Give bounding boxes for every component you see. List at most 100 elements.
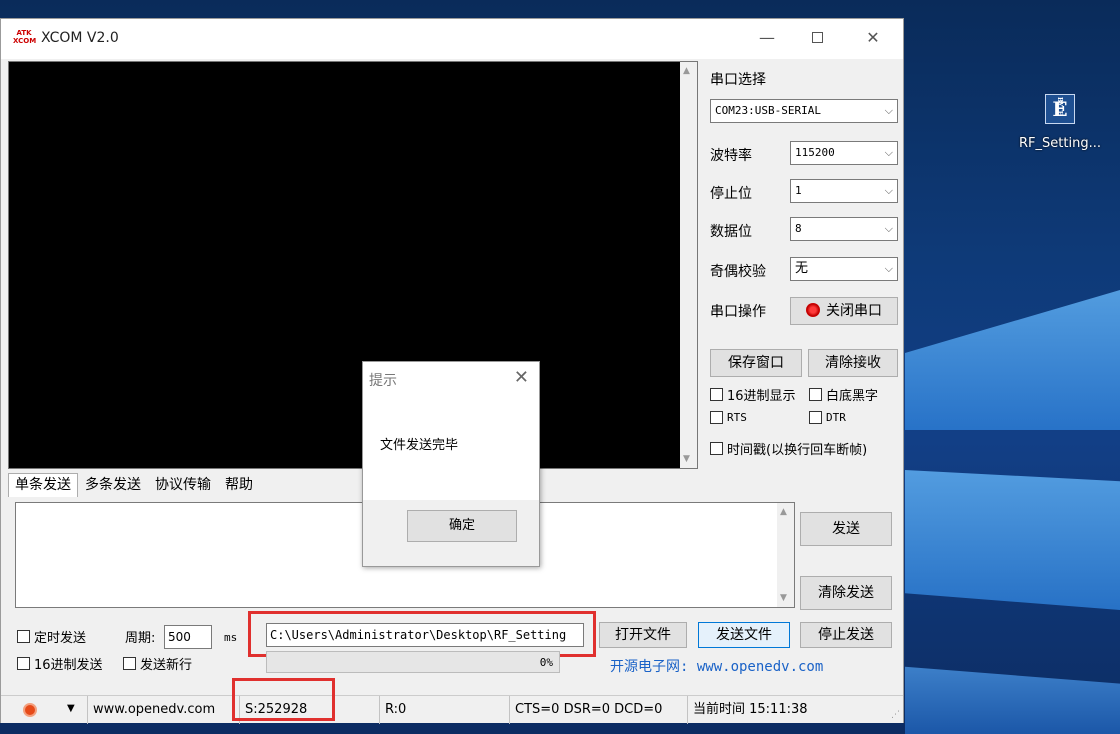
wallpaper-pane — [905, 470, 1120, 610]
send-newline-label: 发送新行 — [140, 658, 193, 673]
baud-select[interactable]: 115200 ⌵ — [790, 141, 898, 165]
title-bar[interactable]: ATK XCOM XCOM V2.0 — ✕ — [1, 19, 903, 59]
data-bits-select[interactable]: 8 ⌵ — [790, 217, 898, 241]
tab-multi-send[interactable]: 多条发送 — [78, 473, 148, 497]
stop-bits-value: 1 — [795, 184, 802, 197]
close-button[interactable]: ✕ — [853, 27, 893, 51]
rts-checkbox[interactable]: RTS — [710, 411, 747, 424]
status-url[interactable]: www.openedv.com — [87, 696, 233, 724]
chevron-down-icon: ⌵ — [884, 222, 893, 235]
maximize-icon — [811, 32, 823, 43]
close-port-label: 关闭串口 — [826, 303, 882, 319]
hex-send-label: 16进制发送 — [34, 658, 103, 673]
desktop-shortcut-label: RF_Setting... — [1019, 136, 1101, 151]
wallpaper-pane — [905, 666, 1120, 734]
scroll-up-icon[interactable]: ▲ — [683, 66, 690, 76]
chevron-down-icon: ⌵ — [884, 146, 893, 159]
window-title: XCOM V2.0 — [41, 30, 119, 46]
save-window-button[interactable]: 保存窗口 — [710, 349, 802, 377]
timed-send-checkbox[interactable]: 定时发送 — [17, 627, 86, 646]
stop-bits-label: 停止位 — [710, 186, 752, 202]
maximize-button[interactable] — [797, 27, 837, 51]
checkbox-icon — [123, 657, 136, 670]
atk-logo-icon: ATK XCOM — [13, 29, 37, 45]
dropdown-arrow-icon[interactable]: ▼ — [67, 703, 75, 714]
parity-value: 无 — [795, 261, 809, 276]
close-icon[interactable]: ✕ — [514, 367, 529, 388]
timestamp-label: 时间戳(以换行回车断帧) — [727, 443, 868, 458]
data-bits-label: 数据位 — [710, 224, 752, 240]
period-label: 周期: — [125, 631, 156, 646]
port-label: 串口选择 — [710, 72, 766, 88]
checkbox-icon — [809, 388, 822, 401]
chevron-down-icon: ⌵ — [884, 262, 893, 275]
hex-display-label: 16进制显示 — [727, 389, 796, 404]
stop-bits-select[interactable]: 1 ⌵ — [790, 179, 898, 203]
port-value: COM23:USB-SERIAL — [715, 104, 821, 117]
dialog-body: 文件发送完毕 — [363, 396, 539, 500]
chevron-down-icon: ⌵ — [884, 104, 893, 117]
dialog-title: 提示 — [369, 373, 397, 389]
send-file-button[interactable]: 发送文件 — [698, 622, 790, 648]
record-icon[interactable] — [23, 703, 37, 717]
scroll-down-icon[interactable]: ▼ — [683, 454, 690, 464]
white-bg-checkbox[interactable]: 白底黑字 — [809, 385, 878, 404]
tab-protocol[interactable]: 协议传输 — [148, 473, 218, 497]
ms-label: ms — [224, 631, 238, 644]
close-port-button[interactable]: 关闭串口 — [790, 297, 898, 325]
tab-help[interactable]: 帮助 — [218, 473, 260, 497]
receive-area[interactable]: ▲ ▼ — [8, 61, 698, 469]
scroll-down-icon[interactable]: ▼ — [780, 593, 787, 603]
data-bits-value: 8 — [795, 222, 802, 235]
checkbox-icon — [710, 442, 723, 455]
resize-grip-icon[interactable]: ⋰ — [891, 710, 900, 720]
parity-label: 奇偶校验 — [710, 264, 766, 280]
rts-label: RTS — [727, 411, 747, 424]
progress-percent: 0% — [539, 656, 553, 669]
chevron-down-icon: ⌵ — [884, 184, 893, 197]
clear-send-button[interactable]: 清除发送 — [800, 576, 892, 610]
send-scrollbar[interactable]: ▲ ▼ — [777, 503, 794, 607]
checkbox-icon — [17, 657, 30, 670]
send-newline-checkbox[interactable]: 发送新行 — [123, 654, 192, 673]
desktop-shortcut-rf-setting[interactable]: E BYTE RF_Setting... — [1010, 94, 1110, 151]
dialog-title-bar[interactable]: 提示 ✕ — [363, 362, 539, 396]
checkbox-icon — [809, 411, 822, 424]
dialog-message: 文件发送完毕 — [380, 438, 459, 453]
wallpaper-pane — [905, 290, 1120, 430]
app-e-icon: E BYTE — [1045, 94, 1075, 124]
baud-label: 波特率 — [710, 148, 752, 164]
status-bar: ▼ www.openedv.com S:252928 R:0 CTS=0 DSR… — [1, 695, 903, 724]
dtr-checkbox[interactable]: DTR — [809, 411, 846, 424]
status-time: 当前时间 15:11:38 — [687, 696, 887, 724]
brand-link[interactable]: 开源电子网: www.openedv.com — [610, 656, 823, 676]
scroll-up-icon[interactable]: ▲ — [780, 507, 787, 517]
period-input[interactable]: 500 — [164, 625, 212, 649]
status-line-state: CTS=0 DSR=0 DCD=0 — [509, 696, 687, 724]
receive-scrollbar[interactable]: ▲ ▼ — [680, 62, 697, 468]
status-led-icon — [806, 303, 820, 317]
hex-display-checkbox[interactable]: 16进制显示 — [710, 385, 796, 404]
send-progress-bar: 0% — [266, 651, 560, 673]
port-select[interactable]: COM23:USB-SERIAL ⌵ — [710, 99, 898, 123]
baud-value: 115200 — [795, 146, 835, 159]
stop-send-button[interactable]: 停止发送 — [800, 622, 892, 648]
checkbox-icon — [17, 630, 30, 643]
port-op-label: 串口操作 — [710, 304, 766, 320]
minimize-button[interactable]: — — [747, 27, 787, 51]
highlight-box — [232, 678, 335, 721]
ok-button[interactable]: 确定 — [407, 510, 517, 542]
timed-send-label: 定时发送 — [34, 631, 87, 646]
white-bg-label: 白底黑字 — [826, 389, 879, 404]
open-file-button[interactable]: 打开文件 — [599, 622, 687, 648]
dtr-label: DTR — [826, 411, 846, 424]
clear-receive-button[interactable]: 清除接收 — [808, 349, 898, 377]
tab-single-send[interactable]: 单条发送 — [8, 473, 78, 497]
hex-send-checkbox[interactable]: 16进制发送 — [17, 654, 103, 673]
timestamp-checkbox[interactable]: 时间戳(以换行回车断帧) — [710, 439, 867, 458]
send-button[interactable]: 发送 — [800, 512, 892, 546]
checkbox-icon — [710, 388, 723, 401]
message-dialog: 提示 ✕ 文件发送完毕 确定 — [362, 361, 540, 567]
checkbox-icon — [710, 411, 723, 424]
parity-select[interactable]: 无 ⌵ — [790, 257, 898, 281]
